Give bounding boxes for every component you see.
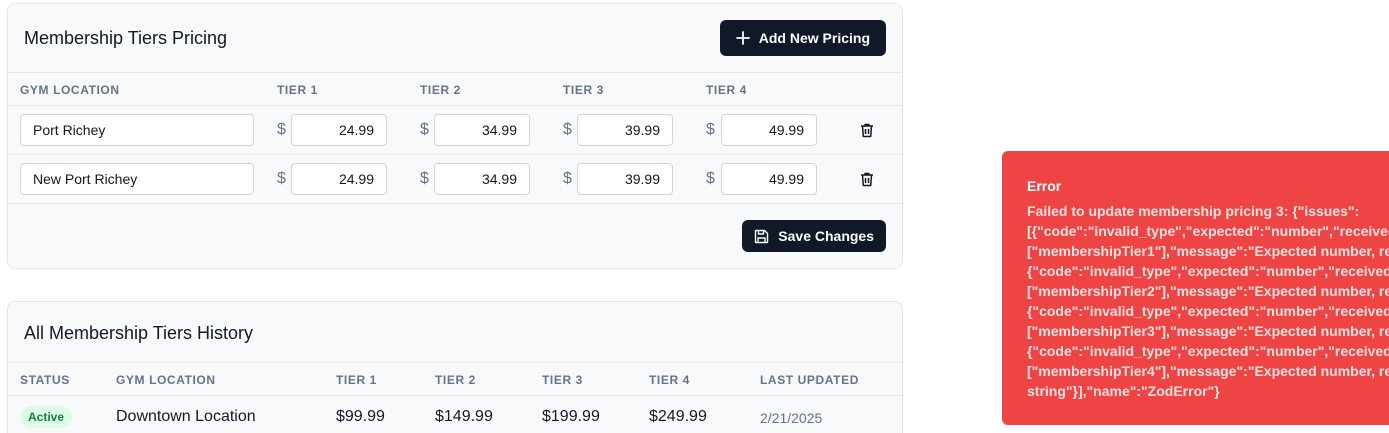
trash-icon[interactable] (860, 172, 874, 187)
history-last-updated: 2/21/2025 (760, 410, 823, 426)
tier-1-input[interactable]: 24.99 (291, 163, 387, 195)
history-tier-1: $99.99 (336, 408, 385, 425)
dollar-sign: $ (706, 121, 715, 138)
tier-4-input[interactable]: 49.99 (721, 114, 817, 146)
tier-1-input[interactable]: 24.99 (291, 114, 387, 146)
history-header: All Membership Tiers History (8, 302, 902, 363)
tier-2-input[interactable]: 34.99 (434, 114, 530, 146)
dollar-sign: $ (563, 121, 572, 138)
status-badge: Active (20, 406, 73, 428)
tier-3-input[interactable]: 39.99 (577, 163, 673, 195)
save-changes-label: Save Changes (778, 228, 874, 244)
add-new-pricing-label: Add New Pricing (758, 30, 870, 46)
col-last-updated: LAST UPDATED (760, 373, 859, 387)
toast-title: Error (1027, 178, 1062, 194)
dollar-sign: $ (277, 121, 286, 138)
toast-message: Failed to update membership pricing 3: {… (1027, 203, 1389, 399)
col-tier-4: TIER 4 (706, 83, 747, 97)
tier-3-input[interactable]: 39.99 (577, 114, 673, 146)
col-status: STATUS (20, 373, 70, 387)
dollar-sign: $ (420, 121, 429, 138)
col-tier-1: TIER 1 (336, 373, 377, 387)
save-icon (755, 229, 769, 243)
dollar-sign: $ (277, 170, 286, 187)
col-tier-2: TIER 2 (420, 83, 461, 97)
dollar-sign: $ (563, 170, 572, 187)
location-input[interactable]: New Port Richey (20, 163, 254, 195)
col-tier-3: TIER 3 (563, 83, 604, 97)
divider (8, 395, 902, 396)
col-gym-location: GYM LOCATION (116, 373, 216, 387)
tier-4-input[interactable]: 49.99 (721, 163, 817, 195)
pricing-title: Membership Tiers Pricing (24, 28, 228, 48)
pricing-card: Membership Tiers Pricing Add New Pricing… (7, 3, 903, 269)
pricing-header: Membership Tiers Pricing Add New Pricing (8, 4, 902, 73)
history-tier-2: $149.99 (435, 408, 493, 425)
divider (8, 105, 902, 106)
history-card: All Membership Tiers History STATUS GYM … (7, 301, 903, 433)
history-location: Downtown Location (116, 408, 256, 425)
history-tier-3: $199.99 (542, 408, 600, 425)
divider (8, 203, 902, 204)
col-tier-2: TIER 2 (435, 373, 476, 387)
history-tier-4: $249.99 (649, 408, 707, 425)
error-toast[interactable]: Error Failed to update membership pricin… (1002, 151, 1389, 425)
dollar-sign: $ (420, 170, 429, 187)
history-title: All Membership Tiers History (24, 323, 254, 343)
save-changes-button[interactable]: Save Changes (742, 220, 886, 252)
plus-icon (735, 31, 750, 45)
trash-icon[interactable] (860, 123, 874, 138)
col-tier-1: TIER 1 (277, 83, 318, 97)
location-input[interactable]: Port Richey (20, 114, 254, 146)
col-tier-4: TIER 4 (649, 373, 690, 387)
add-new-pricing-button[interactable]: Add New Pricing (719, 20, 886, 56)
divider (8, 154, 902, 155)
col-tier-3: TIER 3 (542, 373, 583, 387)
col-gym-location: GYM LOCATION (20, 83, 120, 97)
dollar-sign: $ (706, 170, 715, 187)
tier-2-input[interactable]: 34.99 (434, 163, 530, 195)
